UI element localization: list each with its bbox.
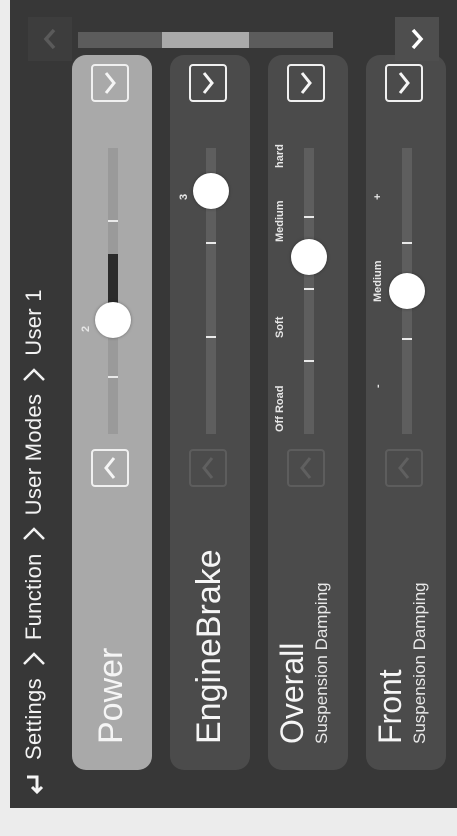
slider-tick	[108, 220, 118, 222]
panel-engine-brake[interactable]: EngineBrake 3	[170, 55, 250, 770]
front-slider-knob[interactable]	[389, 273, 425, 309]
chevron-down-icon	[202, 457, 214, 479]
scroll-forward-button[interactable]	[395, 17, 439, 61]
power-slider-knob[interactable]	[95, 301, 131, 338]
overall-slider-track[interactable]	[304, 148, 314, 434]
level-label: 2	[80, 325, 92, 332]
scroll-back-button[interactable]	[28, 17, 72, 61]
increase-button[interactable]	[287, 64, 325, 102]
engine-brake-slider-knob[interactable]	[193, 172, 229, 209]
panel-title: EngineBrake	[190, 549, 228, 744]
chevron-up-icon	[202, 72, 214, 94]
slider-tick	[304, 288, 314, 290]
scroll-indicator	[10, 0, 457, 63]
level-label-off-road: Off Road	[274, 385, 286, 432]
decrease-button[interactable]	[385, 449, 423, 487]
panel-title: Power	[92, 647, 130, 744]
scroll-thumb[interactable]	[162, 32, 249, 48]
increase-button[interactable]	[189, 64, 227, 102]
chevron-down-icon	[300, 457, 312, 479]
breadcrumb: Settings Function User Modes User 1	[10, 0, 58, 808]
power-slider-track[interactable]	[108, 148, 118, 434]
slider-tick	[304, 360, 314, 362]
level-label-plus: +	[372, 193, 384, 200]
decrease-button[interactable]	[189, 449, 227, 487]
breadcrumb-settings[interactable]: Settings	[21, 678, 47, 760]
chevron-right-icon	[22, 367, 46, 382]
chevron-right-icon	[411, 28, 424, 50]
chevron-right-icon	[22, 527, 46, 541]
chevron-up-icon	[104, 72, 116, 94]
back-arrow-icon	[27, 775, 44, 795]
panel-subtitle: Suspension Damping	[410, 582, 429, 744]
rotated-content: Settings Function User Modes User 1 Powe…	[10, 0, 457, 808]
breadcrumb-user-1: User 1	[21, 289, 46, 356]
chevron-down-icon	[104, 457, 116, 479]
chevron-down-icon	[398, 457, 410, 479]
chevron-up-icon	[300, 72, 312, 94]
level-label-soft: Soft	[274, 316, 286, 338]
slider-tick	[206, 336, 216, 338]
panel-power[interactable]: Power 2	[72, 55, 152, 770]
level-label-hard: hard	[274, 144, 286, 168]
decrease-button[interactable]	[287, 449, 325, 487]
panel-front-suspension[interactable]: Front Suspension Damping - Medium +	[366, 55, 446, 770]
screen: Settings Function User Modes User 1 Powe…	[10, 0, 457, 808]
level-label: 3	[178, 193, 190, 200]
overall-slider-knob[interactable]	[291, 238, 327, 275]
back-button[interactable]	[10, 760, 58, 808]
chevron-left-icon	[43, 28, 56, 50]
level-label-minus: -	[372, 384, 384, 388]
chevron-right-icon	[22, 652, 46, 666]
slider-tick	[402, 242, 412, 244]
slider-tick	[206, 242, 216, 244]
level-label-medium: Medium	[274, 200, 286, 242]
slider-tick	[304, 216, 314, 218]
scroll-track[interactable]	[78, 32, 333, 48]
slider-tick	[108, 376, 118, 378]
increase-button[interactable]	[385, 64, 423, 102]
panel-subtitle: Suspension Damping	[312, 582, 331, 744]
level-label-medium: Medium	[372, 260, 384, 302]
increase-button[interactable]	[91, 64, 129, 102]
breadcrumb-user-modes[interactable]: User Modes	[21, 394, 47, 516]
decrease-button[interactable]	[91, 449, 129, 487]
chevron-up-icon	[398, 72, 410, 94]
panel-overall-suspension[interactable]: Overall Suspension Damping Off Road Soft…	[268, 55, 348, 770]
panel-title: Front	[372, 669, 408, 744]
breadcrumb-function[interactable]: Function	[21, 553, 47, 640]
panel-title: Overall	[274, 642, 310, 744]
slider-tick	[402, 338, 412, 340]
